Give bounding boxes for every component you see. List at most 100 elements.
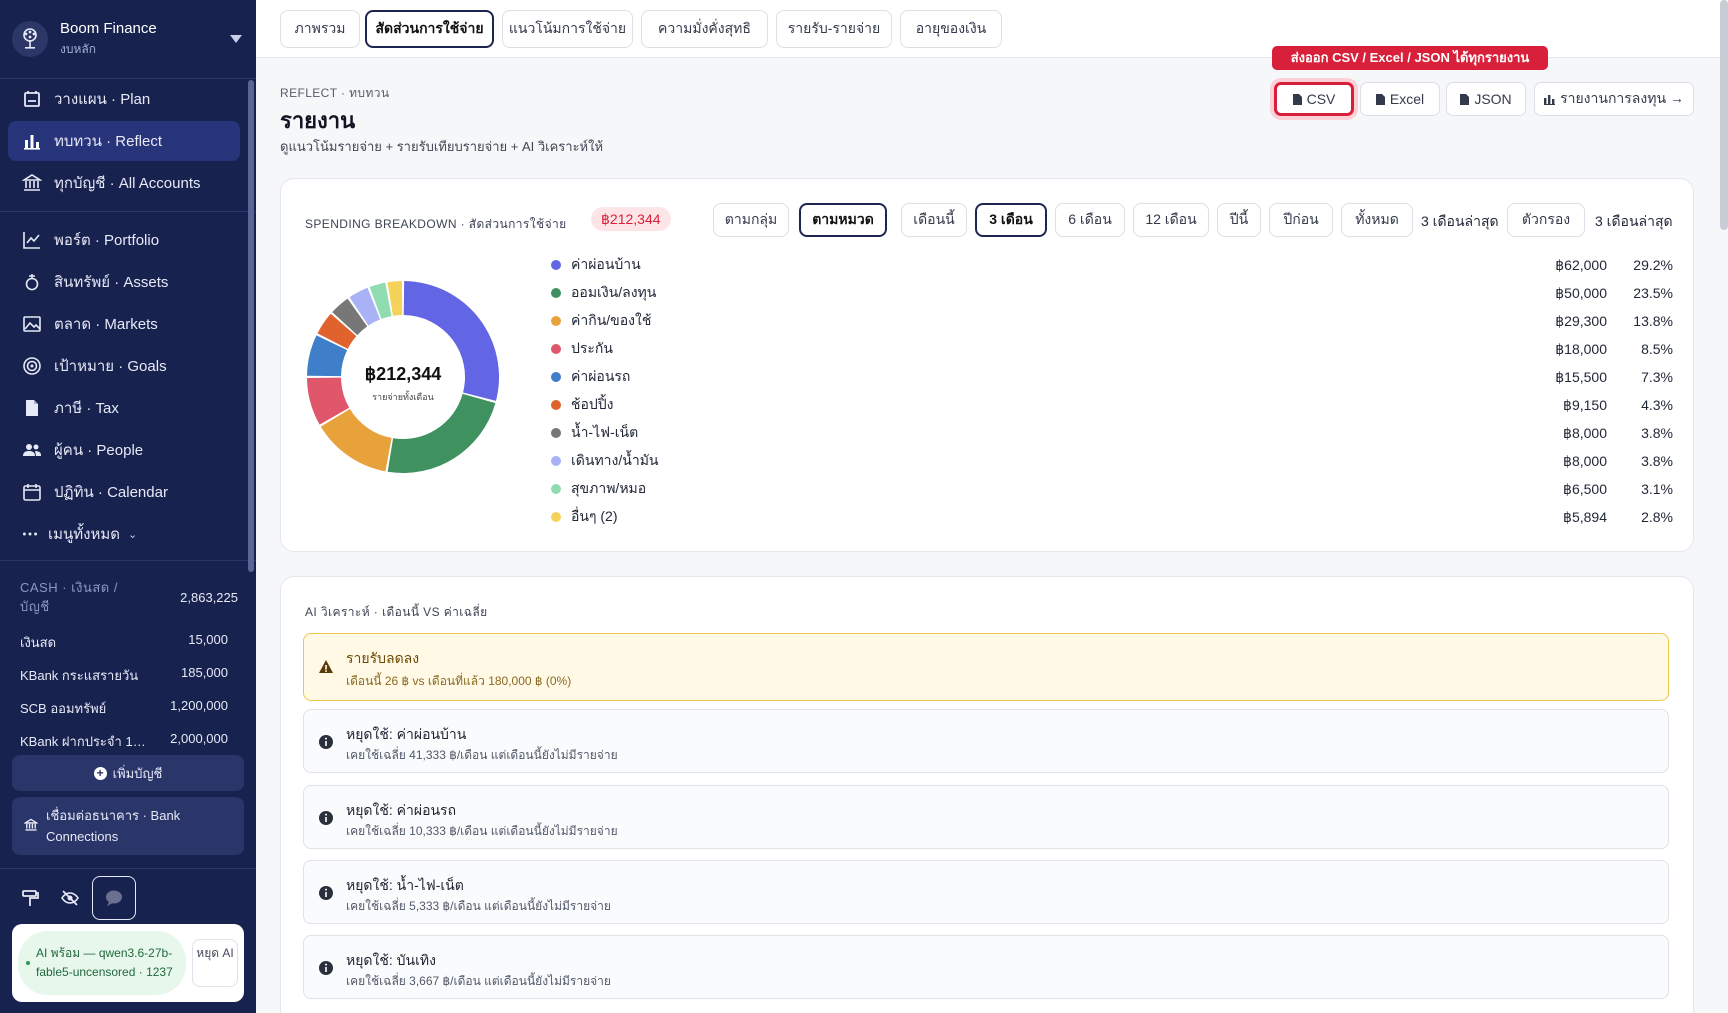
legend-row[interactable]: ช้อปปิ้ง ฿9,150 4.3% [551,395,1673,415]
main-scrollbar[interactable] [1720,0,1728,230]
tab-overview[interactable]: ภาพรวม [280,10,360,48]
nav-item-calendar[interactable]: ปฏิทิน · Calendar [8,472,240,512]
breakdown-total-badge: ฿212,344 [591,207,671,231]
account-row[interactable]: SCB ออมทรัพย์ 1,200,000 [20,698,228,719]
nav-label: เมนูทั้งหมด [48,526,120,543]
bank-connections-button[interactable]: เชื่อมต่อธนาคาร · Bank Connections [12,797,244,855]
legend-row[interactable]: ประกัน ฿18,000 8.5% [551,339,1673,359]
nav-item-goals[interactable]: เป้าหมาย · Goals [8,346,240,386]
brand-subtitle: งบหลัก [60,41,97,56]
legend-swatch [551,288,561,298]
nav-item-plan[interactable]: วางแผน · Plan [8,79,240,119]
eye-off-icon[interactable] [48,876,92,920]
legend-percent: 13.8% [1633,313,1673,329]
nav-item-all-accounts[interactable]: ทุกบัญชี · All Accounts [8,163,240,203]
bar-chart-icon [1544,94,1556,105]
investment-report-button[interactable]: รายงานการลงทุน → [1534,82,1694,116]
filter-button[interactable]: ตัวกรอง [1507,203,1585,237]
nav-item-all-menus[interactable]: เมนูทั้งหมด ⌄ [8,514,240,554]
spending-breakdown-card: SPENDING BREAKDOWN · สัดส่วนการใช้จ่าย ฿… [280,178,1694,552]
cash-total: 2,863,225 [180,590,238,605]
legend-label: ค่าผ่อนรถ [571,368,631,384]
file-icon [1460,93,1470,105]
nav-item-assets[interactable]: สินทรัพย์ · Assets [8,262,240,302]
group-by-category-button[interactable]: ตามหมวด [799,203,887,237]
bar-chart-icon [22,131,42,151]
donut-center-label: รายจ่ายทั้งเดือน [372,390,434,402]
paint-roller-icon[interactable] [8,876,52,920]
range-3-months-button[interactable]: 3 เดือน [975,203,1047,237]
tab-spending-trend[interactable]: แนวโน้มการใช้จ่าย [502,10,633,48]
tab-spending-breakdown[interactable]: สัดส่วนการใช้จ่าย [365,10,494,48]
main-content: ภาพรวม สัดส่วนการใช้จ่าย แนวโน้มการใช้จ่… [256,0,1728,1013]
legend-row[interactable]: อื่นๆ (2) ฿5,894 2.8% [551,507,1673,527]
account-name: KBank ฝากประจำ 12 เดือน [20,734,152,749]
ai-insight-item[interactable]: หยุดใช้: บันเทิง เคยใช้เฉลี่ย 3,667 ฿/เด… [303,935,1669,999]
nav-item-reflect[interactable]: ทบทวน · Reflect [8,121,240,161]
sidebar-scrollbar[interactable] [248,80,254,572]
nav-label: สินทรัพย์ · Assets [54,274,169,291]
legend-row[interactable]: เดินทาง/น้ำมัน ฿8,000 3.8% [551,451,1673,471]
add-account-button[interactable]: + เพิ่มบัญชี [12,755,244,791]
legend-row[interactable]: ค่ากิน/ของใช้ ฿29,300 13.8% [551,311,1673,331]
legend-swatch [551,260,561,270]
donut-center-value: ฿212,344 [365,364,442,384]
export-json-button[interactable]: JSON [1446,82,1526,116]
nav-item-portfolio[interactable]: พอร์ต · Portfolio [8,220,240,260]
nav-item-tax[interactable]: ภาษี · Tax [8,388,240,428]
account-row[interactable]: เงินสด 15,000 [20,632,228,653]
legend-row[interactable]: ออมเงิน/ลงทุน ฿50,000 23.5% [551,283,1673,303]
ai-insight-item[interactable]: หยุดใช้: น้ำ-ไฟ-เน็ต เคยใช้เฉลี่ย 5,333 … [303,860,1669,924]
tab-income-expense[interactable]: รายรับ-รายจ่าย [776,10,892,48]
nav-item-markets[interactable]: ตลาด · Markets [8,304,240,344]
legend-percent: 7.3% [1641,369,1673,385]
brand-switcher[interactable]: Boom Finance งบหลัก [12,14,246,64]
account-row[interactable]: KBank กระแสรายวัน 185,000 [20,665,228,686]
page-subtitle: ดูแนวโน้มรายจ่าย + รายรับเทียบรายจ่าย + … [280,139,604,154]
brand-name: Boom Finance [60,19,157,37]
legend-amount: ฿6,500 [1563,480,1607,497]
export-csv-button[interactable]: CSV [1274,82,1354,116]
ai-insight-item[interactable]: หยุดใช้: ค่าผ่อนรถ เคยใช้เฉลี่ย 10,333 ฿… [303,785,1669,849]
info-icon [319,735,333,749]
range-6-months-button[interactable]: 6 เดือน [1055,203,1125,237]
chat-bubble-icon[interactable] [92,876,136,920]
legend-percent: 2.8% [1641,509,1673,525]
cash-summary: CASH · เงินสด / บัญชี 2,863,225 [20,578,238,616]
range-text-secondary: 3 เดือนล่าสุด [1595,213,1673,229]
group-by-group-button[interactable]: ตามกลุ่ม [713,203,789,237]
legend-amount: ฿18,000 [1555,340,1607,357]
insight-desc: เคยใช้เฉลี่ย 10,333 ฿/เดือน แต่เดือนนี้ย… [346,824,618,838]
bank-icon [22,818,40,835]
legend-row[interactable]: สุขภาพ/หมอ ฿6,500 3.1% [551,479,1673,499]
export-excel-button[interactable]: Excel [1360,82,1440,116]
coin-icon [22,272,42,292]
legend-row[interactable]: ค่าผ่อนรถ ฿15,500 7.3% [551,367,1673,387]
legend-label: เดินทาง/น้ำมัน [571,452,659,468]
legend-amount: ฿8,000 [1563,424,1607,441]
tree-logo-icon [12,21,48,57]
ai-insight-warning[interactable]: รายรับลดลง เดือนนี้ 26 ฿ vs เดือนที่แล้ว… [303,633,1669,701]
range-this-year-button[interactable]: ปีนี้ [1217,203,1261,237]
range-last-year-button[interactable]: ปีก่อน [1269,203,1333,237]
legend-swatch [551,512,561,522]
ai-insight-item[interactable]: หยุดใช้: ค่าผ่อนบ้าน เคยใช้เฉลี่ย 41,333… [303,709,1669,773]
legend-row[interactable]: ค่าผ่อนบ้าน ฿62,000 29.2% [551,255,1673,275]
legend-row[interactable]: น้ำ-ไฟ-เน็ต ฿8,000 3.8% [551,423,1673,443]
divider [0,868,256,869]
legend-percent: 23.5% [1633,285,1673,301]
line-chart-icon [22,230,42,250]
tab-age-of-money[interactable]: อายุของเงิน [900,10,1002,48]
sidebar: Boom Finance งบหลัก วางแผน · Plan ทบทวน … [0,0,256,1013]
legend-swatch [551,456,561,466]
range-this-month-button[interactable]: เดือนนี้ [901,203,967,237]
range-all-button[interactable]: ทั้งหมด [1341,203,1413,237]
nav-item-people[interactable]: ผู้คน · People [8,430,240,470]
legend-label: สุขภาพ/หมอ [571,480,647,496]
range-12-months-button[interactable]: 12 เดือน [1133,203,1209,237]
tab-net-worth[interactable]: ความมั่งคั่งสุทธิ [641,10,768,48]
account-row[interactable]: KBank ฝากประจำ 12 เดือน 2,000,000 [20,731,228,752]
stop-ai-button[interactable]: หยุด AI [192,939,238,987]
ai-analysis-card: AI วิเคราะห์ · เดือนนี้ VS ค่าเฉลี่ย ราย… [280,576,1694,1013]
insight-desc: เคยใช้เฉลี่ย 41,333 ฿/เดือน แต่เดือนนี้ย… [346,748,618,762]
